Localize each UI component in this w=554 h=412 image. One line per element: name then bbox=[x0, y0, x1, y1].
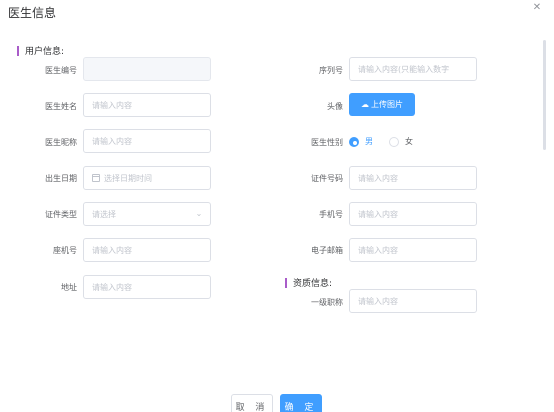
id-number-input[interactable]: 请输入内容 bbox=[349, 166, 477, 190]
address-placeholder: 请输入内容 bbox=[92, 282, 132, 292]
cancel-button[interactable]: 取 消 bbox=[231, 394, 273, 412]
chevron-down-icon: ⌄ bbox=[195, 209, 203, 218]
section-title: 用户信息: bbox=[25, 47, 65, 57]
birth-date-label: 出生日期 bbox=[45, 174, 77, 183]
radio-checked-icon bbox=[349, 136, 359, 147]
title-level1-placeholder: 请输入内容 bbox=[358, 296, 398, 306]
gender-radio-female[interactable]: 女 bbox=[389, 136, 413, 147]
section-qualification-info: 资质信息: bbox=[285, 276, 332, 289]
serial-label: 序列号 bbox=[319, 66, 343, 75]
scrollbar-thumb[interactable] bbox=[543, 40, 546, 150]
calendar-icon bbox=[92, 174, 100, 182]
avatar-label: 头像 bbox=[327, 102, 343, 111]
landline-label: 座机号 bbox=[53, 246, 77, 255]
close-icon[interactable]: ✕ bbox=[531, 2, 543, 14]
doctor-id-label: 医生编号 bbox=[45, 66, 77, 75]
section-bar bbox=[285, 277, 287, 288]
landline-input[interactable]: 请输入内容 bbox=[83, 238, 211, 262]
section-bar bbox=[17, 45, 19, 56]
doctor-name-label: 医生姓名 bbox=[45, 102, 77, 111]
dialog-title: 医生信息 bbox=[8, 6, 57, 20]
serial-input[interactable]: 请输入内容(只能输入数字 bbox=[349, 57, 477, 81]
radio-unchecked-icon bbox=[389, 136, 399, 147]
mobile-label: 手机号 bbox=[319, 210, 343, 219]
id-type-placeholder: 请选择 bbox=[92, 209, 116, 219]
title-level1-label: 一级职称 bbox=[311, 298, 343, 307]
address-label: 地址 bbox=[61, 283, 77, 292]
nickname-label: 医生昵称 bbox=[45, 138, 77, 147]
id-number-placeholder: 请输入内容 bbox=[358, 173, 398, 183]
serial-placeholder: 请输入内容(只能输入数字 bbox=[358, 64, 450, 74]
doctor-info-dialog: 医生信息 ✕ 用户信息: 医生编号 医生姓名 请输入内容 医生昵称 请输入内容 … bbox=[0, 0, 554, 412]
section-user-info: 用户信息: bbox=[17, 44, 64, 57]
birth-date-placeholder: 选择日期时间 bbox=[104, 173, 152, 183]
mobile-placeholder: 请输入内容 bbox=[358, 209, 398, 219]
doctor-name-input[interactable]: 请输入内容 bbox=[83, 93, 211, 117]
title-level1-input[interactable]: 请输入内容 bbox=[349, 289, 477, 313]
gender-male-label: 男 bbox=[365, 137, 373, 146]
nickname-input[interactable]: 请输入内容 bbox=[83, 129, 211, 153]
upload-cloud-icon: ☁ bbox=[361, 100, 369, 109]
section-title: 资质信息: bbox=[293, 279, 333, 289]
gender-radio-male[interactable]: 男 bbox=[349, 136, 373, 147]
address-input[interactable]: 请输入内容 bbox=[83, 275, 211, 299]
email-input[interactable]: 请输入内容 bbox=[349, 238, 477, 262]
birth-date-picker[interactable]: 选择日期时间 bbox=[83, 166, 211, 190]
gender-female-label: 女 bbox=[405, 137, 413, 146]
gender-label: 医生性别 bbox=[311, 138, 343, 147]
doctor-name-placeholder: 请输入内容 bbox=[92, 100, 132, 110]
email-label: 电子邮箱 bbox=[311, 246, 343, 255]
id-type-select[interactable]: 请选择 ⌄ bbox=[83, 202, 211, 226]
mobile-input[interactable]: 请输入内容 bbox=[349, 202, 477, 226]
upload-image-button[interactable]: ☁ 上传图片 bbox=[349, 93, 415, 116]
doctor-id-input bbox=[83, 57, 211, 81]
landline-placeholder: 请输入内容 bbox=[92, 245, 132, 255]
nickname-placeholder: 请输入内容 bbox=[92, 136, 132, 146]
id-type-label: 证件类型 bbox=[45, 210, 77, 219]
upload-button-label: 上传图片 bbox=[371, 100, 403, 109]
id-number-label: 证件号码 bbox=[311, 174, 343, 183]
email-placeholder: 请输入内容 bbox=[358, 245, 398, 255]
confirm-button[interactable]: 确 定 bbox=[280, 394, 322, 412]
